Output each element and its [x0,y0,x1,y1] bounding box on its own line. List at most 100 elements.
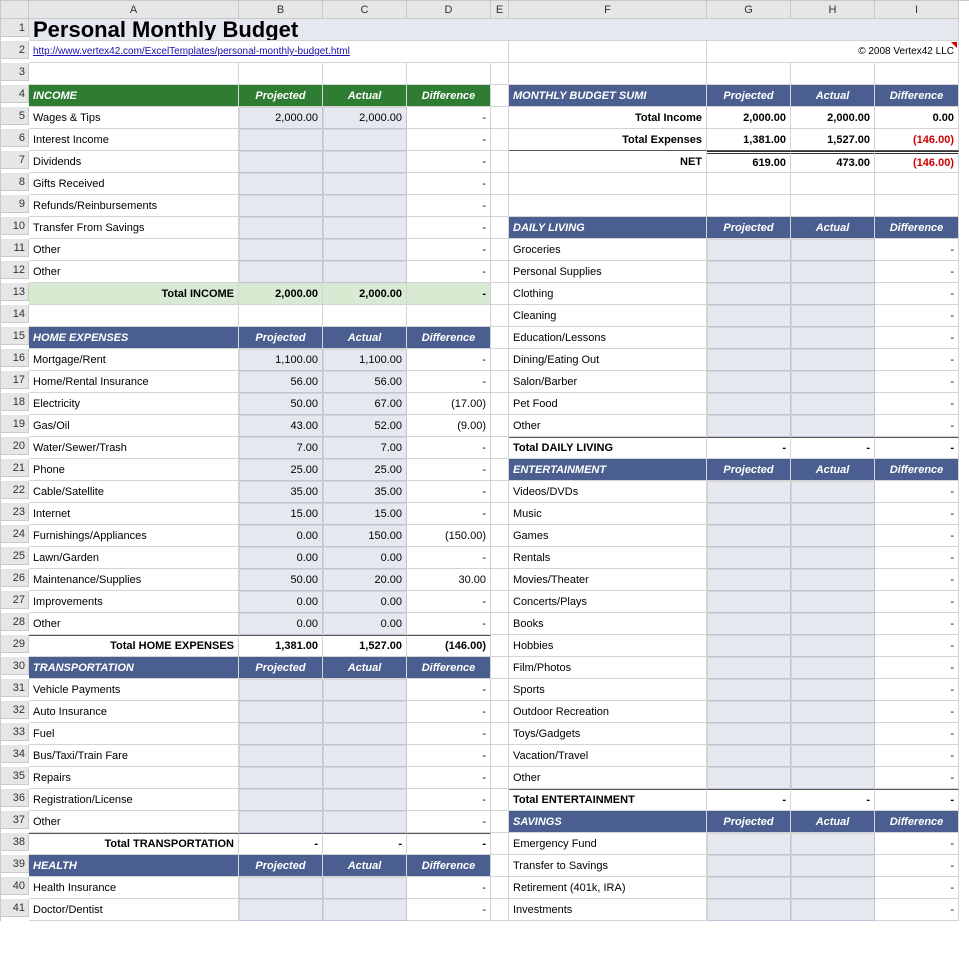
projected-cell[interactable] [707,393,791,415]
projected-cell[interactable] [707,239,791,261]
corner[interactable] [1,1,29,19]
projected-cell[interactable] [239,723,323,745]
row-header[interactable]: 3 [1,63,29,81]
row-label[interactable]: Bus/Taxi/Train Fare [29,745,239,767]
actual-cell[interactable] [323,767,407,789]
row-label[interactable]: Health Insurance [29,877,239,899]
actual-cell[interactable] [323,723,407,745]
row-header[interactable]: 16 [1,349,29,367]
actual-cell[interactable] [791,635,875,657]
row-header[interactable]: 6 [1,129,29,147]
actual-cell[interactable] [791,855,875,877]
actual-cell[interactable] [791,613,875,635]
actual-cell[interactable]: 0.00 [323,547,407,569]
projected-cell[interactable] [707,855,791,877]
projected-cell[interactable] [239,217,323,239]
row-label[interactable]: Education/Lessons [509,327,707,349]
actual-cell[interactable]: 67.00 [323,393,407,415]
actual-cell[interactable]: 25.00 [323,459,407,481]
row-header[interactable]: 41 [1,899,29,917]
projected-cell[interactable] [707,371,791,393]
actual-cell[interactable]: 0.00 [323,613,407,635]
projected-cell[interactable]: 25.00 [239,459,323,481]
row-header[interactable]: 29 [1,635,29,653]
actual-cell[interactable]: 15.00 [323,503,407,525]
row-header[interactable]: 12 [1,261,29,279]
row-header[interactable]: 31 [1,679,29,697]
projected-cell[interactable]: 0.00 [239,591,323,613]
row-header[interactable]: 14 [1,305,29,323]
projected-cell[interactable] [239,173,323,195]
projected-cell[interactable] [239,151,323,173]
row-label[interactable]: Mortgage/Rent [29,349,239,371]
row-header[interactable]: 19 [1,415,29,433]
actual-cell[interactable] [323,261,407,283]
projected-cell[interactable]: 15.00 [239,503,323,525]
projected-cell[interactable] [707,261,791,283]
row-header[interactable]: 17 [1,371,29,389]
row-header[interactable]: 1 [1,19,29,37]
projected-cell[interactable]: 2,000.00 [239,107,323,129]
spreadsheet-grid[interactable]: ABCDEFGHI1Personal Monthly Budget2http:/… [0,0,969,921]
row-label[interactable]: Refunds/Reinbursements [29,195,239,217]
row-label[interactable]: Gifts Received [29,173,239,195]
projected-cell[interactable]: 43.00 [239,415,323,437]
row-label[interactable]: Interest Income [29,129,239,151]
row-label[interactable]: Personal Supplies [509,261,707,283]
actual-cell[interactable]: 52.00 [323,415,407,437]
projected-cell[interactable] [707,899,791,921]
row-header[interactable]: 27 [1,591,29,609]
actual-cell[interactable] [791,701,875,723]
actual-cell[interactable]: 150.00 [323,525,407,547]
projected-cell[interactable] [707,525,791,547]
row-header[interactable]: 7 [1,151,29,169]
projected-cell[interactable] [707,349,791,371]
row-label[interactable]: Concerts/Plays [509,591,707,613]
actual-cell[interactable] [323,195,407,217]
actual-cell[interactable] [791,525,875,547]
actual-cell[interactable] [791,767,875,789]
row-header[interactable]: 35 [1,767,29,785]
actual-cell[interactable] [791,481,875,503]
row-label[interactable]: Other [509,415,707,437]
projected-cell[interactable] [707,591,791,613]
projected-cell[interactable] [239,129,323,151]
row-header[interactable]: 38 [1,833,29,851]
actual-cell[interactable] [323,173,407,195]
row-header[interactable]: 39 [1,855,29,873]
row-header[interactable]: 28 [1,613,29,631]
actual-cell[interactable] [323,701,407,723]
actual-cell[interactable] [791,899,875,921]
actual-cell[interactable]: 20.00 [323,569,407,591]
row-label[interactable]: Salon/Barber [509,371,707,393]
projected-cell[interactable]: 50.00 [239,393,323,415]
row-label[interactable]: Groceries [509,239,707,261]
actual-cell[interactable] [791,657,875,679]
actual-cell[interactable] [323,789,407,811]
projected-cell[interactable] [707,657,791,679]
actual-cell[interactable] [791,349,875,371]
actual-cell[interactable]: 56.00 [323,371,407,393]
actual-cell[interactable] [791,305,875,327]
row-header[interactable]: 2 [1,41,29,59]
row-label[interactable]: Phone [29,459,239,481]
row-header[interactable]: 11 [1,239,29,257]
row-label[interactable]: Maintenance/Supplies [29,569,239,591]
row-label[interactable]: Clothing [509,283,707,305]
projected-cell[interactable] [707,547,791,569]
projected-cell[interactable] [707,503,791,525]
row-header[interactable]: 9 [1,195,29,213]
row-label[interactable]: Internet [29,503,239,525]
projected-cell[interactable] [707,745,791,767]
projected-cell[interactable] [707,327,791,349]
row-label[interactable]: Water/Sewer/Trash [29,437,239,459]
row-label[interactable]: Repairs [29,767,239,789]
actual-cell[interactable]: 7.00 [323,437,407,459]
projected-cell[interactable] [239,789,323,811]
actual-cell[interactable] [323,679,407,701]
row-label[interactable]: Transfer to Savings [509,855,707,877]
projected-cell[interactable] [707,283,791,305]
actual-cell[interactable] [791,371,875,393]
projected-cell[interactable] [239,877,323,899]
row-header[interactable]: 36 [1,789,29,807]
